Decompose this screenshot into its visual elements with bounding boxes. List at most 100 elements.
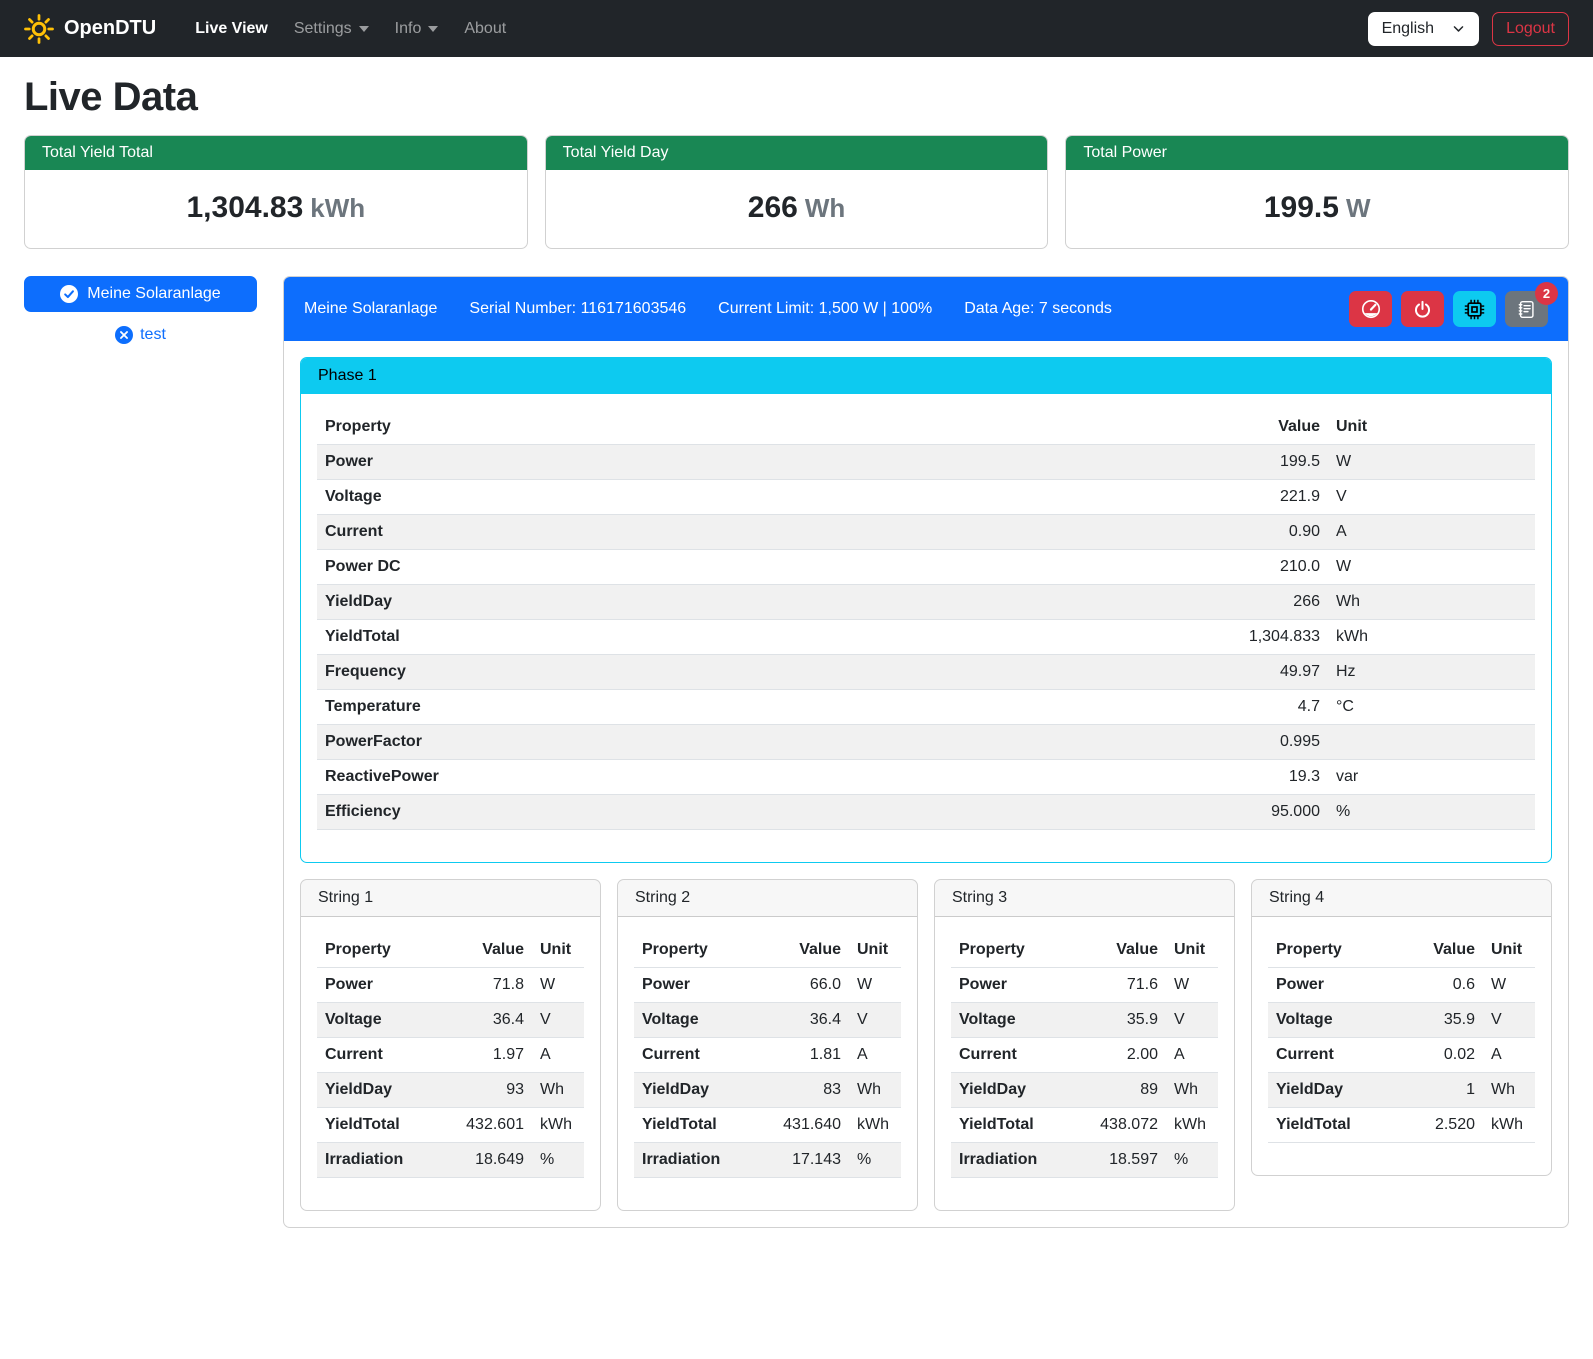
unit-cell: A	[1166, 1038, 1218, 1073]
nav-item-live-view[interactable]: Live View	[182, 12, 281, 46]
card-title: Total Yield Day	[546, 136, 1048, 170]
table-header-row: Property Value Unit	[317, 933, 584, 968]
unit-column-header: Unit	[1483, 933, 1535, 968]
phase-title: Phase 1	[301, 358, 1551, 394]
table-row: YieldTotal 438.072 kWh	[951, 1108, 1218, 1143]
value-cell: 36.4	[444, 1003, 532, 1038]
unit-cell: W	[532, 968, 584, 1003]
inverter-actions: 2	[1349, 291, 1548, 327]
value-cell: 0.6	[1395, 968, 1483, 1003]
table-row: Voltage 35.9 V	[1268, 1003, 1535, 1038]
property-cell: Voltage	[317, 1003, 444, 1038]
table-row: YieldDay 1 Wh	[1268, 1073, 1535, 1108]
value-cell: 266	[1178, 585, 1328, 620]
value-cell: 18.597	[1078, 1143, 1166, 1178]
table-row: YieldTotal 2.520 kWh	[1268, 1108, 1535, 1143]
property-cell: Voltage	[634, 1003, 761, 1038]
unit-cell	[1328, 725, 1535, 760]
nav-item-info[interactable]: Info	[382, 12, 452, 46]
property-cell: Current	[317, 515, 1178, 550]
property-cell: PowerFactor	[317, 725, 1178, 760]
language-select[interactable]: English	[1368, 12, 1479, 46]
property-cell: ReactivePower	[317, 760, 1178, 795]
journal-text-icon	[1517, 300, 1536, 319]
phase-panel: Phase 1 Property Value Unit	[300, 357, 1552, 863]
property-cell: YieldTotal	[951, 1108, 1078, 1143]
unit-cell: kWh	[532, 1108, 584, 1143]
event-log-button[interactable]: 2	[1505, 291, 1548, 327]
chevron-down-icon	[359, 26, 369, 32]
table-header-row: Property Value Unit	[634, 933, 901, 968]
value-cell: 1.81	[761, 1038, 849, 1073]
power-toggle-button[interactable]	[1401, 291, 1444, 327]
table-row: Frequency 49.97 Hz	[317, 655, 1535, 690]
string-title: String 1	[301, 880, 600, 917]
property-cell: Irradiation	[634, 1143, 761, 1178]
unit-cell: V	[849, 1003, 901, 1038]
table-row: YieldTotal 1,304.833 kWh	[317, 620, 1535, 655]
value-cell: 0.995	[1178, 725, 1328, 760]
card-value: 199.5W	[1066, 170, 1568, 248]
property-cell: YieldDay	[634, 1073, 761, 1108]
value-cell: 431.640	[761, 1108, 849, 1143]
table-row: Voltage 35.9 V	[951, 1003, 1218, 1038]
unit-cell: %	[1166, 1143, 1218, 1178]
property-column-header: Property	[951, 933, 1078, 968]
unit-cell: A	[849, 1038, 901, 1073]
unit-cell: kWh	[849, 1108, 901, 1143]
unit-cell: V	[1483, 1003, 1535, 1038]
value-column-header: Value	[1078, 933, 1166, 968]
unit-cell: V	[1166, 1003, 1218, 1038]
value-cell: 83	[761, 1073, 849, 1108]
value: 266	[748, 191, 798, 224]
string-4-card: String 4 Property Value Unit	[1251, 879, 1552, 1176]
limit-settings-button[interactable]	[1349, 291, 1392, 327]
page-title: Live Data	[24, 75, 1569, 120]
table-row: Temperature 4.7 °C	[317, 690, 1535, 725]
chevron-down-icon	[1452, 22, 1465, 35]
card-value: 266Wh	[546, 170, 1048, 248]
serial-number: Serial Number: 116171603546	[469, 300, 686, 318]
unit-cell: kWh	[1328, 620, 1535, 655]
value-cell: 17.143	[761, 1143, 849, 1178]
sun-icon	[24, 14, 54, 44]
table-row: Power 0.6 W	[1268, 968, 1535, 1003]
table-row: YieldDay 83 Wh	[634, 1073, 901, 1108]
nav-links: Live View Settings Info About	[182, 12, 1367, 46]
data-age: Data Age: 7 seconds	[964, 300, 1112, 318]
table-row: Current 0.90 A	[317, 515, 1535, 550]
value: 199.5	[1264, 191, 1339, 224]
logout-button[interactable]: Logout	[1492, 12, 1569, 46]
property-cell: Current	[317, 1038, 444, 1073]
total-yield-total-card: Total Yield Total 1,304.83kWh	[24, 135, 528, 249]
unit-cell: Wh	[1166, 1073, 1218, 1108]
nav-item-about[interactable]: About	[451, 12, 519, 46]
value-cell: 221.9	[1178, 480, 1328, 515]
strings-row: String 1 Property Value Unit	[300, 879, 1552, 1211]
unit: Wh	[805, 193, 845, 223]
value-cell: 0.02	[1395, 1038, 1483, 1073]
value-cell: 35.9	[1395, 1003, 1483, 1038]
nav-item-settings[interactable]: Settings	[281, 12, 382, 46]
table-row: YieldTotal 431.640 kWh	[634, 1108, 901, 1143]
unit-cell: Wh	[1328, 585, 1535, 620]
value-cell: 66.0	[761, 968, 849, 1003]
table-row: Power 71.8 W	[317, 968, 584, 1003]
inverter-selected-button[interactable]: Meine Solaranlage	[24, 276, 257, 312]
unit-cell: W	[1328, 550, 1535, 585]
unit-cell: W	[1166, 968, 1218, 1003]
table-row: Current 1.81 A	[634, 1038, 901, 1073]
device-info-button[interactable]	[1453, 291, 1496, 327]
value-cell: 438.072	[1078, 1108, 1166, 1143]
property-cell: Irradiation	[317, 1143, 444, 1178]
value-cell: 199.5	[1178, 445, 1328, 480]
table-row: Voltage 221.9 V	[317, 480, 1535, 515]
property-cell: YieldDay	[317, 585, 1178, 620]
property-cell: YieldTotal	[317, 1108, 444, 1143]
summary-row: Total Yield Total 1,304.83kWh Total Yiel…	[24, 135, 1569, 249]
value-column-header: Value	[1395, 933, 1483, 968]
property-cell: Power	[1268, 968, 1395, 1003]
table-row: YieldDay 89 Wh	[951, 1073, 1218, 1108]
inverter-offline-item[interactable]: test	[24, 326, 257, 344]
brand[interactable]: OpenDTU	[24, 14, 156, 44]
